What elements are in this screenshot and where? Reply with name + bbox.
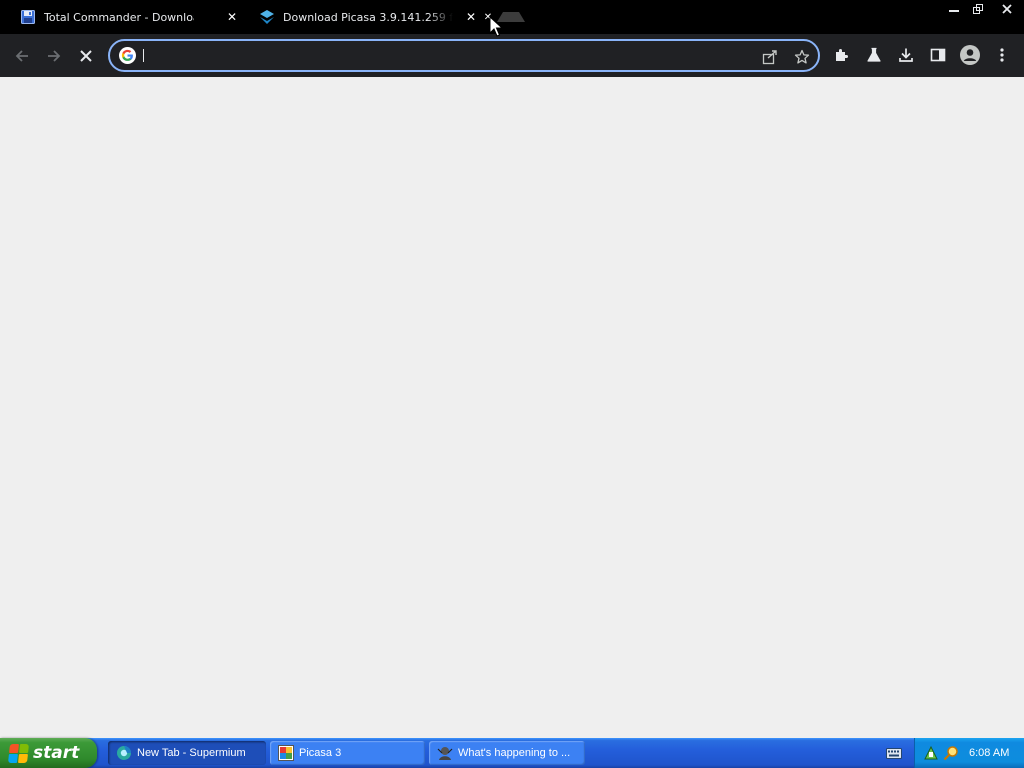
side-panel-icon[interactable] xyxy=(926,43,950,67)
forward-arrow-icon[interactable] xyxy=(41,43,67,69)
network-icon[interactable] xyxy=(923,745,939,761)
restore-icon[interactable] xyxy=(966,0,990,17)
system-tray: 6:08 AM xyxy=(914,738,1024,768)
address-bar[interactable] xyxy=(108,39,820,72)
tab-title: Total Commander - Download xyxy=(44,10,194,24)
keyboard-icon[interactable] xyxy=(886,746,902,760)
bookmark-star-icon[interactable] xyxy=(792,47,812,67)
taskbar-button-whats-happening[interactable]: What's happening to ... xyxy=(429,741,585,765)
supermium-icon xyxy=(116,745,132,761)
taskbar: start New Tab - Supermium Picasa 3 What'… xyxy=(0,738,1024,768)
minimize-icon[interactable] xyxy=(942,0,966,17)
address-input[interactable] xyxy=(142,44,752,67)
taskbar-button-label: Picasa 3 xyxy=(299,747,342,759)
stop-loading-icon[interactable] xyxy=(73,43,99,69)
window-controls xyxy=(942,0,1024,18)
share-icon[interactable] xyxy=(760,47,780,67)
browser-toolbar xyxy=(0,34,1024,77)
clock[interactable]: 6:08 AM xyxy=(969,747,1009,759)
picasa-icon xyxy=(278,745,294,761)
text-caret xyxy=(143,49,144,62)
user-activity-icon xyxy=(437,745,453,761)
tab-title: Download Picasa 3.9.141.259 for W xyxy=(283,10,453,24)
start-label: start xyxy=(33,743,80,763)
more-menu-icon[interactable] xyxy=(990,43,1014,67)
download-icon[interactable] xyxy=(894,43,918,67)
tab-picasa-download[interactable]: Download Picasa 3.9.141.259 for W ✕ xyxy=(259,0,491,34)
windows-logo-icon xyxy=(8,743,29,763)
tab-close-icon[interactable]: ✕ xyxy=(224,9,240,25)
taskbar-button-picasa[interactable]: Picasa 3 xyxy=(270,741,425,765)
download-arrow-icon xyxy=(259,9,275,25)
page-content-area[interactable] xyxy=(0,77,1024,738)
taskbar-button-label: What's happening to ... xyxy=(458,747,571,759)
close-window-icon[interactable] xyxy=(990,0,1024,17)
search-magnifier-icon[interactable] xyxy=(943,745,959,761)
taskbar-button-supermium[interactable]: New Tab - Supermium xyxy=(108,741,266,765)
taskbar-button-label: New Tab - Supermium xyxy=(137,747,246,759)
mouse-pointer-icon xyxy=(489,16,503,37)
tab-close-icon[interactable]: ✕ xyxy=(463,9,479,25)
floppy-disk-icon xyxy=(20,9,36,25)
tab-strip: Total Commander - Download ✕ Download Pi… xyxy=(0,0,1024,34)
tab-total-commander[interactable]: Total Commander - Download ✕ xyxy=(20,0,248,34)
extensions-puzzle-icon[interactable] xyxy=(830,43,854,67)
back-arrow-icon[interactable] xyxy=(9,43,35,69)
profile-avatar-icon[interactable] xyxy=(958,43,982,67)
labs-flask-icon[interactable] xyxy=(862,43,886,67)
google-icon xyxy=(119,47,136,64)
start-button[interactable]: start xyxy=(0,738,97,768)
